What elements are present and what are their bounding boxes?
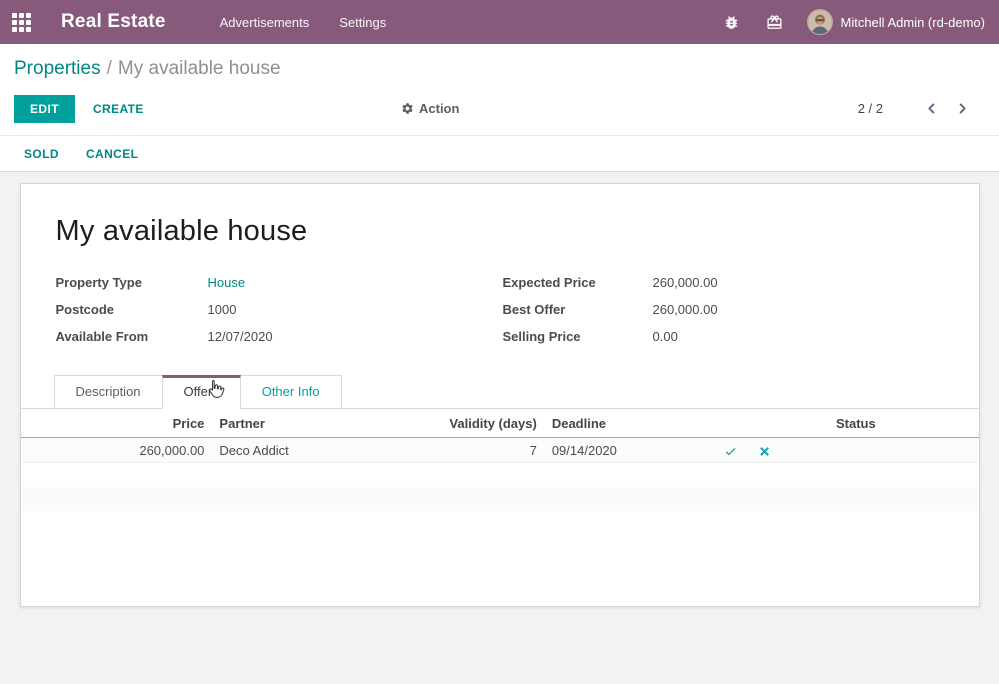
field-property-type: Property Type House: [56, 275, 503, 290]
gift-icon[interactable]: [766, 14, 783, 31]
pager: 2 / 2: [858, 101, 983, 116]
cancel-button[interactable]: CANCEL: [86, 147, 138, 161]
offer-partner: Deco Addict: [204, 443, 421, 458]
field-value: 12/07/2020: [208, 329, 273, 344]
column-header-deadline[interactable]: Deadline: [537, 416, 700, 431]
tab-description[interactable]: Description: [54, 375, 163, 408]
field-selling-price: Selling Price 0.00: [503, 329, 950, 344]
form-statusbar: SOLD CANCEL: [0, 135, 999, 172]
field-expected-price: Expected Price 260,000.00: [503, 275, 950, 290]
breadcrumb-separator: /: [107, 58, 112, 79]
field-label: Available From: [56, 329, 208, 344]
check-icon[interactable]: [724, 445, 737, 458]
record-title: My available house: [21, 184, 979, 248]
action-menu[interactable]: Action: [401, 101, 459, 116]
breadcrumb-current: My available house: [118, 58, 281, 79]
field-value: 1000: [208, 302, 237, 317]
action-label: Action: [419, 101, 459, 116]
control-panel: Properties / My available house EDIT CREAT…: [0, 44, 999, 135]
form-sheet: My available house Property Type House P…: [20, 183, 980, 607]
field-available-from: Available From 12/07/2020: [56, 329, 503, 344]
offer-actions: [700, 442, 796, 457]
top-navbar: Real Estate Advertisements Settings Mitc…: [0, 0, 999, 44]
offers-table-header: Price Partner Validity (days) Deadline S…: [21, 409, 979, 438]
breadcrumb: Properties / My available house: [14, 58, 983, 80]
menu-advertisements[interactable]: Advertisements: [220, 15, 310, 30]
field-label: Postcode: [56, 302, 208, 317]
offer-deadline: 09/14/2020: [537, 443, 700, 458]
control-buttons-row: EDIT CREATE Action 2 / 2: [14, 95, 983, 122]
pager-next-icon[interactable]: [956, 102, 969, 115]
field-value: 260,000.00: [653, 275, 718, 290]
offer-validity: 7: [422, 443, 537, 458]
form-view: My available house Property Type House P…: [0, 172, 999, 684]
column-header-partner[interactable]: Partner: [204, 416, 421, 431]
empty-row: [21, 487, 979, 511]
breadcrumb-properties[interactable]: Properties: [14, 58, 101, 79]
bug-icon[interactable]: [723, 14, 740, 31]
edit-button[interactable]: EDIT: [14, 95, 75, 123]
nav-menus: Advertisements Settings: [220, 15, 387, 30]
empty-row: [21, 463, 979, 487]
create-button[interactable]: CREATE: [93, 102, 144, 116]
navbar-right: Mitchell Admin (rd-demo): [697, 9, 986, 35]
field-value: 260,000.00: [653, 302, 718, 317]
gear-icon: [401, 102, 414, 115]
pager-previous-icon[interactable]: [925, 102, 938, 115]
field-label: Best Offer: [503, 302, 653, 317]
x-icon[interactable]: [758, 445, 771, 458]
tab-other-info[interactable]: Other Info: [240, 375, 342, 408]
property-type-link[interactable]: House: [208, 275, 246, 290]
column-header-price[interactable]: Price: [21, 416, 205, 431]
field-postcode: Postcode 1000: [56, 302, 503, 317]
field-group-left: Property Type House Postcode 1000 Availa…: [56, 275, 503, 356]
app-name[interactable]: Real Estate: [61, 11, 166, 33]
field-groups: Property Type House Postcode 1000 Availa…: [21, 275, 979, 356]
offers-table: Price Partner Validity (days) Deadline S…: [21, 409, 979, 535]
apps-menu-icon[interactable]: [12, 13, 31, 32]
user-avatar[interactable]: [807, 9, 833, 35]
field-label: Property Type: [56, 275, 208, 290]
field-label: Expected Price: [503, 275, 653, 290]
menu-settings[interactable]: Settings: [339, 15, 386, 30]
pager-value[interactable]: 2 / 2: [858, 101, 883, 116]
column-header-validity[interactable]: Validity (days): [422, 416, 537, 431]
user-menu[interactable]: Mitchell Admin (rd-demo): [841, 15, 986, 30]
offer-price: 260,000.00: [21, 443, 205, 458]
field-group-right: Expected Price 260,000.00 Best Offer 260…: [503, 275, 950, 356]
sold-button[interactable]: SOLD: [24, 147, 59, 161]
empty-row: [21, 511, 979, 535]
field-best-offer: Best Offer 260,000.00: [503, 302, 950, 317]
column-header-status[interactable]: Status: [795, 416, 916, 431]
field-value: 0.00: [653, 329, 678, 344]
offer-row[interactable]: 260,000.00 Deco Addict 7 09/14/2020: [21, 438, 979, 463]
notebook-tabs: Description Offers Other Info: [21, 375, 979, 409]
tab-offers[interactable]: Offers: [162, 375, 241, 409]
field-label: Selling Price: [503, 329, 653, 344]
